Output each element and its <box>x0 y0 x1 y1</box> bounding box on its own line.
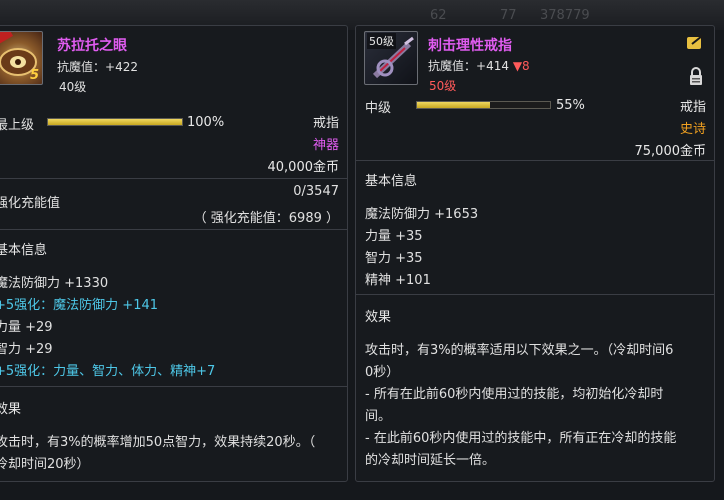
bg-number: 378779 <box>540 8 590 23</box>
effect-text: 0秒） <box>365 365 400 380</box>
basic-info-title: 基本信息 <box>0 243 48 258</box>
item-name: 刺击理性戒指 <box>428 38 512 54</box>
item-level: 50级 <box>429 79 457 93</box>
effect-text: - 所有在此前60秒内使用过的技能，均初始化冷却时 <box>365 387 664 402</box>
charge-value: 0/3547 <box>293 184 339 199</box>
grade-bar <box>47 118 183 126</box>
effect-title: 效果 <box>365 310 392 325</box>
basic-stat-line: 智力 +35 <box>365 251 423 266</box>
stat-value: +414 <box>476 59 509 73</box>
grade-bar <box>416 101 551 109</box>
effect-text: 间。 <box>365 409 392 424</box>
item-icon[interactable]: 5 <box>0 31 43 85</box>
item-type: 戒指 <box>312 116 339 131</box>
charge-note: （ 强化充能值：6989 ） <box>193 211 339 226</box>
item-tooltip-right: 50级 刺击理性戒指 抗魔值：+414 ▼8 50级 中级 55% 戒指 史诗 <box>355 25 715 482</box>
lock-icon[interactable] <box>688 66 704 90</box>
divider <box>356 160 714 161</box>
effect-text: 冷却时间20秒） <box>0 457 90 472</box>
basic-stat-line: 力量 +29 <box>0 320 53 335</box>
item-price: 40,000金币 <box>267 160 340 175</box>
enhance-stat-line: +5强化：力量、智力、体力、精神+7 <box>0 364 216 379</box>
bg-number: 62 <box>430 8 447 23</box>
item-name: 苏拉托之眼 <box>57 38 127 54</box>
grade-bar-fill <box>48 119 182 125</box>
anti-magic-stat: 抗魔值：+414 ▼8 <box>428 57 530 74</box>
level-badge: 50级 <box>367 33 396 49</box>
item-rarity: 神器 <box>312 138 339 153</box>
stat-diff: ▼8 <box>512 59 530 73</box>
basic-stat-line: 魔法防御力 +1330 <box>0 276 109 291</box>
stat-label: 抗魔值： <box>57 60 106 74</box>
item-type: 戒指 <box>679 100 706 115</box>
basic-stat-line: 魔法防御力 +1653 <box>365 207 479 222</box>
bg-number: 77 <box>500 8 517 23</box>
grade-percent: 100% <box>187 115 225 130</box>
divider <box>0 386 347 387</box>
effect-text: 攻击时，有3%的概率适用以下效果之一。（冷却时间6 <box>365 343 674 358</box>
effect-text: 的冷却时间延长一倍。 <box>365 453 496 468</box>
divider <box>356 294 714 295</box>
item-header: 5 苏拉托之眼 抗魔值：+422 40级 <box>0 26 347 94</box>
divider <box>0 178 347 179</box>
item-level: 40级 <box>59 80 87 94</box>
basic-info-title: 基本信息 <box>365 174 418 189</box>
basic-stat-line: 精神 +101 <box>365 273 431 288</box>
effect-text: - 在此前60秒内使用过的技能中，所有正在冷却的技能 <box>365 431 677 446</box>
charge-label: 强化充能值 <box>0 196 61 211</box>
item-header: 50级 刺击理性戒指 抗魔值：+414 ▼8 50级 <box>356 26 714 93</box>
divider <box>0 229 347 230</box>
effect-title: 效果 <box>0 402 22 417</box>
stat-label: 抗魔值： <box>428 59 477 73</box>
grade-bar-fill <box>417 102 491 108</box>
anti-magic-stat: 抗魔值：+422 <box>57 58 138 75</box>
item-price: 75,000金币 <box>634 144 707 159</box>
item-tooltip-left: 5 苏拉托之眼 抗魔值：+422 40级 最上级 100% 戒指 神器 40,0… <box>0 25 348 482</box>
basic-stat-line: 智力 +29 <box>0 342 53 357</box>
grade-label: 最上级 <box>0 118 35 133</box>
effect-text: 攻击时，有3%的概率增加50点智力，效果持续20秒。（ <box>0 435 316 450</box>
grade-label: 中级 <box>365 101 392 116</box>
enhance-badge: 5 <box>29 68 39 83</box>
basic-stat-line: 力量 +35 <box>365 229 423 244</box>
enhance-stat-line: +5强化：魔法防御力 +141 <box>0 298 159 313</box>
item-rarity: 史诗 <box>679 122 706 137</box>
item-icon[interactable]: 50级 <box>364 31 418 85</box>
share-icon[interactable] <box>686 34 706 54</box>
stat-value: +422 <box>105 60 138 74</box>
grade-percent: 55% <box>556 98 585 113</box>
